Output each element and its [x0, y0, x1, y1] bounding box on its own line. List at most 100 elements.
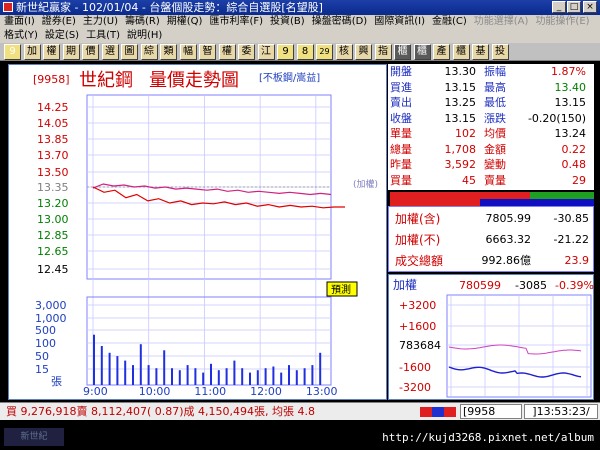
menu-item[interactable]: 證券(E) [42, 16, 76, 27]
market-ticker: 買 9,276,918賣 8,112,407( 0.87)成 4,150,494… [6, 405, 315, 418]
clock-display: ]13:53:23/ [524, 404, 598, 419]
toolbar-button[interactable]: 核 [335, 44, 353, 60]
mini-index-line [448, 344, 582, 355]
quote-label: 變動 [484, 158, 506, 171]
quote-value: 1.87% [551, 65, 586, 78]
mini-percent: -0.39% [555, 279, 594, 292]
toolbar-button[interactable]: 興 [355, 44, 372, 60]
time-tick-label: 10:00 [139, 385, 171, 398]
menu-item[interactable]: 投資(B) [270, 16, 305, 27]
stock-code-input[interactable]: [9958 [460, 404, 522, 419]
volume-bar [233, 360, 236, 385]
quote-label: 開盤 [390, 65, 412, 78]
quote-value: 102 [455, 127, 476, 140]
time-tick-label: 9:00 [83, 385, 108, 398]
toolbar-button[interactable]: 幅 [179, 44, 197, 60]
toolbar-button[interactable]: 29 [316, 44, 333, 60]
toolbar-button[interactable]: 指 [374, 44, 392, 60]
menu-item[interactable]: 國際資訊(I) [374, 16, 425, 27]
price-tick-label: 13.35 [37, 181, 69, 194]
mini-tick-label: -1600 [399, 361, 431, 374]
quote-value: 3,592 [444, 158, 477, 171]
quote-value: 45 [462, 173, 476, 187]
menu-item[interactable]: 期權(Q) [167, 16, 203, 27]
volume-tick-label: 500 [35, 324, 56, 337]
toolbar-button[interactable]: 價 [82, 44, 99, 60]
toolbar-button[interactable]: 櫃 [394, 44, 411, 60]
market-index-panel: 加權(含) 7805.99 -30.85 加權(不) 6663.32 -21.22 成交總額… [388, 206, 594, 272]
toolbar-button[interactable]: 9 [4, 44, 21, 60]
toolbar-button[interactable]: 基 [472, 44, 489, 60]
toolbar-button[interactable]: 產 [433, 44, 450, 60]
menu-item[interactable]: 籌碼(R) [125, 16, 160, 27]
quote-row: 昨量 3,592 變動 0.48 [388, 157, 594, 172]
toolbar-button[interactable]: 智 [199, 44, 216, 60]
quote-label: 買量 [390, 173, 412, 187]
close-button[interactable]: × [583, 1, 597, 13]
volume-bar [124, 360, 127, 385]
toolbar-button[interactable]: 加 [23, 44, 41, 60]
price-tick-label: 14.05 [37, 117, 69, 130]
menu-bar: 畫面(I) 證券(E) 主力(U) 籌碼(R) 期權(Q) 匯市利率(F) 投資(B) 操盤密… [0, 15, 600, 43]
menu-row-secondary: 格式(Y) 設定(S) 工具(T) 說明(H) [4, 29, 169, 43]
index-row: 成交總額 992.86億 23.9 [389, 251, 595, 271]
toolbar-button[interactable]: 期 [62, 44, 80, 60]
quote-label: 總量 [390, 142, 412, 156]
quote-value: 13.40 [554, 80, 587, 94]
mini-tick-label: +3200 [399, 299, 436, 312]
menu-item[interactable]: 設定(S) [45, 30, 79, 41]
quote-value: 13.15 [444, 80, 477, 94]
mini-chart-svg: 加權 780599 -3085 -0.39% +3200 +1600 783684 -1600… [393, 278, 594, 398]
menu-item[interactable]: 說明(H) [127, 30, 162, 41]
menu-item[interactable]: 操盤密碼(D) [312, 16, 368, 27]
menu-item[interactable]: 畫面(I) [4, 16, 35, 27]
volume-bar [100, 346, 103, 385]
menu-item[interactable]: 金融(C) [432, 16, 467, 27]
window-title-bar: 新世紀贏家 - 102/01/04 - 台盤個股走勢：綜合自選股[名望股] _ … [0, 0, 600, 15]
watermark-url: http://kujd3268.pixnet.net/album [382, 431, 594, 444]
menu-item[interactable]: 工具(T) [86, 30, 120, 41]
toolbar-button[interactable]: 櫃 [413, 44, 431, 60]
toolbar-button[interactable]: 投 [491, 44, 509, 60]
toolbar-button[interactable]: 選 [101, 44, 119, 60]
toolbar-button[interactable]: 圖 [121, 44, 138, 60]
menu-item[interactable]: 匯市利率(F) [209, 16, 263, 27]
volume-bar [280, 372, 283, 385]
toolbar-button[interactable]: 櫃 [452, 44, 470, 60]
volume-bar [178, 370, 181, 385]
mini-tick-label: 783684 [399, 339, 441, 352]
buy-sell-ratio-bar [390, 192, 594, 206]
toolbar-button[interactable]: 9 [277, 44, 294, 60]
window-title: 新世紀贏家 - 102/01/04 - 台盤個股走勢：綜合自選股[名望股] [16, 1, 323, 14]
index-change: -30.85 [553, 212, 589, 225]
forecast-button[interactable]: 預測 [326, 281, 358, 297]
toolbar-button[interactable]: 委 [238, 44, 255, 60]
toolbar-button[interactable]: 8 [296, 44, 314, 60]
quote-label: 漲跌 [484, 111, 506, 125]
menu-item[interactable]: 格式(Y) [4, 30, 38, 41]
price-tick-label: 14.25 [37, 101, 69, 114]
quote-value: 13.15 [554, 96, 587, 109]
toolbar-button[interactable]: 綜 [140, 44, 158, 60]
index-mini-chart[interactable]: 加權 780599 -3085 -0.39% +3200 +1600 783684 -1600… [388, 274, 594, 400]
chart-svg: [9958] 世紀鋼 量價走勢圖 [不板鋼/嵩益] 14.25 14.05 13.85 13.… [33, 70, 378, 398]
toolbar-button[interactable]: 權 [43, 44, 60, 60]
minimize-button[interactable]: _ [552, 1, 566, 13]
toolbar-button[interactable]: 類 [160, 44, 177, 60]
price-tick-label: 13.00 [37, 213, 69, 226]
price-volume-chart[interactable]: [9958] 世紀鋼 量價走勢圖 [不板鋼/嵩益] 14.25 14.05 13.85 13.… [8, 64, 387, 400]
toolbar-button[interactable]: 權 [218, 44, 236, 60]
menu-item[interactable]: 主力(U) [83, 16, 118, 27]
menu-item[interactable]: 功能選擇(A) [474, 16, 529, 27]
maximize-button[interactable]: □ [567, 1, 581, 13]
volume-unit-label: 張 [51, 375, 62, 388]
status-color-icon [420, 407, 456, 417]
menu-item[interactable]: 功能操作(E) [535, 16, 589, 27]
volume-bar [288, 365, 290, 385]
mini-tick-label: +1600 [399, 320, 436, 333]
quote-row: 買量 45 賣量 29 [388, 173, 594, 188]
price-tick-label: 13.85 [37, 133, 69, 146]
price-tick-label: 13.50 [37, 166, 69, 179]
toolbar-button[interactable]: 江 [257, 44, 275, 60]
quote-value: 29 [572, 173, 586, 187]
